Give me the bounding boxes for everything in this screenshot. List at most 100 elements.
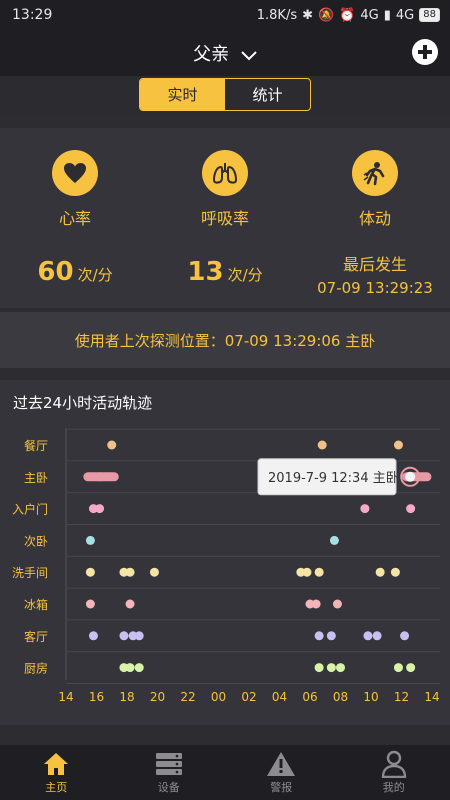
activity-point[interactable]: [134, 663, 144, 673]
x-tick-label: 06: [302, 690, 317, 704]
activity-point[interactable]: [406, 504, 416, 514]
room-label: 厨房: [24, 661, 48, 676]
activity-point[interactable]: [393, 440, 403, 450]
body-movement-icon: [352, 150, 398, 196]
activity-point[interactable]: [390, 567, 400, 577]
movement-metric: 体动 最后发生 07-09 13:29:23: [300, 128, 450, 297]
lungs-icon: [202, 150, 248, 196]
x-tick-label: 18: [119, 690, 134, 704]
nav-home[interactable]: 主页: [0, 745, 113, 800]
breath-rate-value: 13 次/分: [150, 257, 300, 287]
last-location-text: 使用者上次探测位置：07-09 13:29:06 主卧: [74, 331, 376, 350]
activity-point[interactable]: [400, 631, 410, 641]
activity-point[interactable]: [336, 663, 345, 673]
profile-icon: [379, 750, 409, 778]
heart-icon: [52, 150, 98, 196]
activity-point[interactable]: [149, 567, 159, 577]
activity-point[interactable]: [372, 631, 382, 641]
activity-point[interactable]: [314, 663, 324, 673]
activity-point[interactable]: [329, 535, 339, 545]
activity-point[interactable]: [302, 567, 312, 577]
nav-device-label: 设备: [157, 781, 180, 794]
activity-point[interactable]: [125, 663, 135, 673]
chevron-down-icon: [241, 45, 257, 66]
activity-point[interactable]: [85, 567, 95, 577]
activity-point[interactable]: [88, 631, 98, 641]
segmented-control: 实时 统计: [139, 78, 311, 111]
activity-point[interactable]: [134, 631, 144, 641]
x-tick-label: 16: [89, 690, 104, 704]
activity-point[interactable]: [85, 599, 95, 609]
highlight-point[interactable]: [405, 471, 416, 482]
nav-home-label: 主页: [45, 781, 68, 794]
tab-realtime[interactable]: 实时: [140, 79, 225, 110]
app-header: 父亲: [0, 30, 450, 76]
breath-rate-unit: 次/分: [227, 266, 263, 284]
last-location-bar: 使用者上次探测位置：07-09 13:29:06 主卧: [0, 312, 450, 368]
nav-profile[interactable]: 我的: [338, 745, 450, 800]
x-tick-label: 20: [150, 690, 165, 704]
activity-panel: 过去24小时活动轨迹 餐厅 主卧 入户门 次卧 洗手间 冰箱 客厅 厨房 14 16 18 20 22 0…: [0, 380, 450, 725]
activity-point[interactable]: [317, 440, 327, 450]
room-label: 冰箱: [24, 597, 48, 612]
room-label: 主卧: [24, 471, 48, 485]
network-2: 4G: [395, 7, 415, 23]
activity-point[interactable]: [360, 504, 370, 514]
add-button[interactable]: [412, 39, 438, 65]
activity-point[interactable]: [119, 631, 129, 641]
activity-point[interactable]: [393, 663, 403, 673]
bottom-nav: 主页 设备 警报 我的: [0, 745, 450, 800]
x-tick-label: 14: [58, 690, 73, 704]
x-tick-label: 10: [363, 690, 378, 704]
x-tick-label: 14: [424, 690, 439, 704]
room-label: 客厅: [24, 629, 48, 644]
tab-statistics[interactable]: 统计: [225, 79, 310, 110]
heart-rate-value: 60 次/分: [0, 257, 150, 287]
battery-icon: 88: [419, 8, 440, 22]
activity-point[interactable]: [314, 631, 324, 641]
heart-rate-metric: 心率 60 次/分: [0, 128, 150, 287]
heart-rate-number: 60: [37, 257, 74, 287]
activity-point[interactable]: [125, 599, 135, 609]
room-label: 次卧: [24, 534, 48, 548]
activity-point[interactable]: [85, 535, 95, 545]
activity-point[interactable]: [107, 440, 117, 450]
tooltip-text: 2019-7-9 12:34 主卧: [268, 471, 399, 486]
x-tick-label: 22: [180, 690, 195, 704]
heart-rate-unit: 次/分: [77, 266, 113, 284]
network-speed: 1.8K/s: [256, 7, 298, 23]
activity-point[interactable]: [332, 599, 342, 609]
person-selector[interactable]: 父亲: [0, 40, 450, 66]
nav-alert[interactable]: 警报: [225, 745, 338, 800]
activity-point[interactable]: [95, 472, 105, 482]
x-tick-label: 04: [272, 690, 287, 704]
signal-icon: ▮: [383, 7, 391, 23]
activity-point[interactable]: [326, 631, 336, 641]
activity-point[interactable]: [314, 567, 324, 577]
network-1: 4G: [360, 7, 379, 23]
activity-point[interactable]: [363, 631, 373, 641]
tooltip: 2019-7-9 12:34 主卧: [257, 458, 399, 496]
bluetooth-icon: ✱: [302, 7, 314, 23]
status-bar: 13:29 1.8K/s ✱ 🔕 ⏰ 4G ▮ 4G 88: [0, 0, 450, 30]
breath-rate-label: 呼吸率: [200, 209, 249, 228]
activity-point[interactable]: [95, 504, 105, 514]
alert-icon: [266, 750, 296, 778]
nav-alert-label: 警报: [270, 781, 293, 794]
device-icon: [154, 750, 184, 778]
x-tick-label: 08: [333, 690, 348, 704]
x-tick-label: 00: [211, 690, 226, 704]
room-label: 入户门: [12, 502, 48, 517]
room-label: 餐厅: [24, 438, 48, 453]
activity-chart[interactable]: 餐厅主卧入户门次卧洗手间冰箱客厅厨房 14 16 18 20 22 00 02 04 06 08 10…: [0, 380, 450, 725]
activity-point[interactable]: [326, 663, 336, 673]
nav-profile-label: 我的: [382, 781, 405, 794]
nav-device[interactable]: 设备: [113, 745, 226, 800]
activity-point[interactable]: [125, 567, 135, 577]
activity-point[interactable]: [406, 663, 416, 673]
activity-point[interactable]: [311, 599, 321, 609]
breath-rate-number: 13: [187, 257, 224, 287]
x-tick-label: 02: [241, 690, 256, 704]
heart-rate-label: 心率: [58, 209, 91, 228]
activity-point[interactable]: [375, 567, 385, 577]
